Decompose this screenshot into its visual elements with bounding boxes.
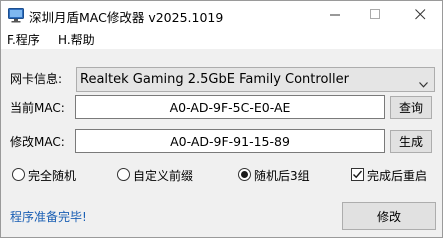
monitor-icon: [8, 8, 24, 23]
current-mac-value: A0-AD-9F-5C-E0-AE: [169, 100, 291, 115]
adapter-select[interactable]: Realtek Gaming 2.5GbE Family Controller: [76, 67, 435, 92]
current-mac-label: 当前MAC:: [10, 101, 65, 115]
current-mac-field[interactable]: A0-AD-9F-5C-E0-AE: [75, 95, 385, 119]
adapter-label: 网卡信息:: [10, 72, 63, 86]
restart-after-label: 完成后重启: [367, 169, 428, 183]
close-button[interactable]: [402, 1, 438, 31]
restart-after-checkbox[interactable]: [351, 168, 364, 181]
close-icon: [414, 9, 426, 23]
title-bar[interactable]: 深圳月盾MAC修改器 v2025.1019: [1, 1, 442, 31]
radio-selected-dot: [241, 171, 248, 178]
status-text: 程序准备完毕!: [10, 210, 87, 224]
menu-help[interactable]: H.帮助: [58, 31, 95, 49]
modify-button[interactable]: 修改: [342, 202, 436, 230]
menu-program[interactable]: F.程序: [7, 31, 40, 49]
random-last3-radio[interactable]: [238, 168, 251, 181]
custom-prefix-radio[interactable]: [117, 168, 130, 181]
new-mac-label: 修改MAC:: [10, 135, 65, 149]
query-button[interactable]: 查询: [390, 96, 432, 119]
new-mac-value: A0-AD-9F-91-15-89: [170, 134, 290, 149]
menu-bar: F.程序 H.帮助: [1, 31, 442, 49]
random-last3-label: 随机后3组: [254, 169, 310, 183]
custom-prefix-label: 自定义前缀: [133, 169, 194, 183]
window-title: 深圳月盾MAC修改器 v2025.1019: [29, 10, 224, 25]
app-window: 深圳月盾MAC修改器 v2025.1019 F.程序 H.帮助 网卡信息: Re…: [0, 0, 443, 238]
minimize-icon: [329, 9, 341, 23]
maximize-button[interactable]: [357, 1, 393, 31]
full-random-radio[interactable]: [12, 168, 25, 181]
full-random-label: 完全随机: [28, 169, 77, 183]
new-mac-field[interactable]: A0-AD-9F-91-15-89: [75, 129, 385, 153]
chevron-down-icon: [419, 77, 428, 91]
adapter-selected-value: Realtek Gaming 2.5GbE Family Controller: [80, 72, 349, 87]
maximize-icon: [369, 9, 381, 23]
minimize-button[interactable]: [317, 1, 353, 31]
generate-button[interactable]: 生成: [390, 130, 432, 153]
